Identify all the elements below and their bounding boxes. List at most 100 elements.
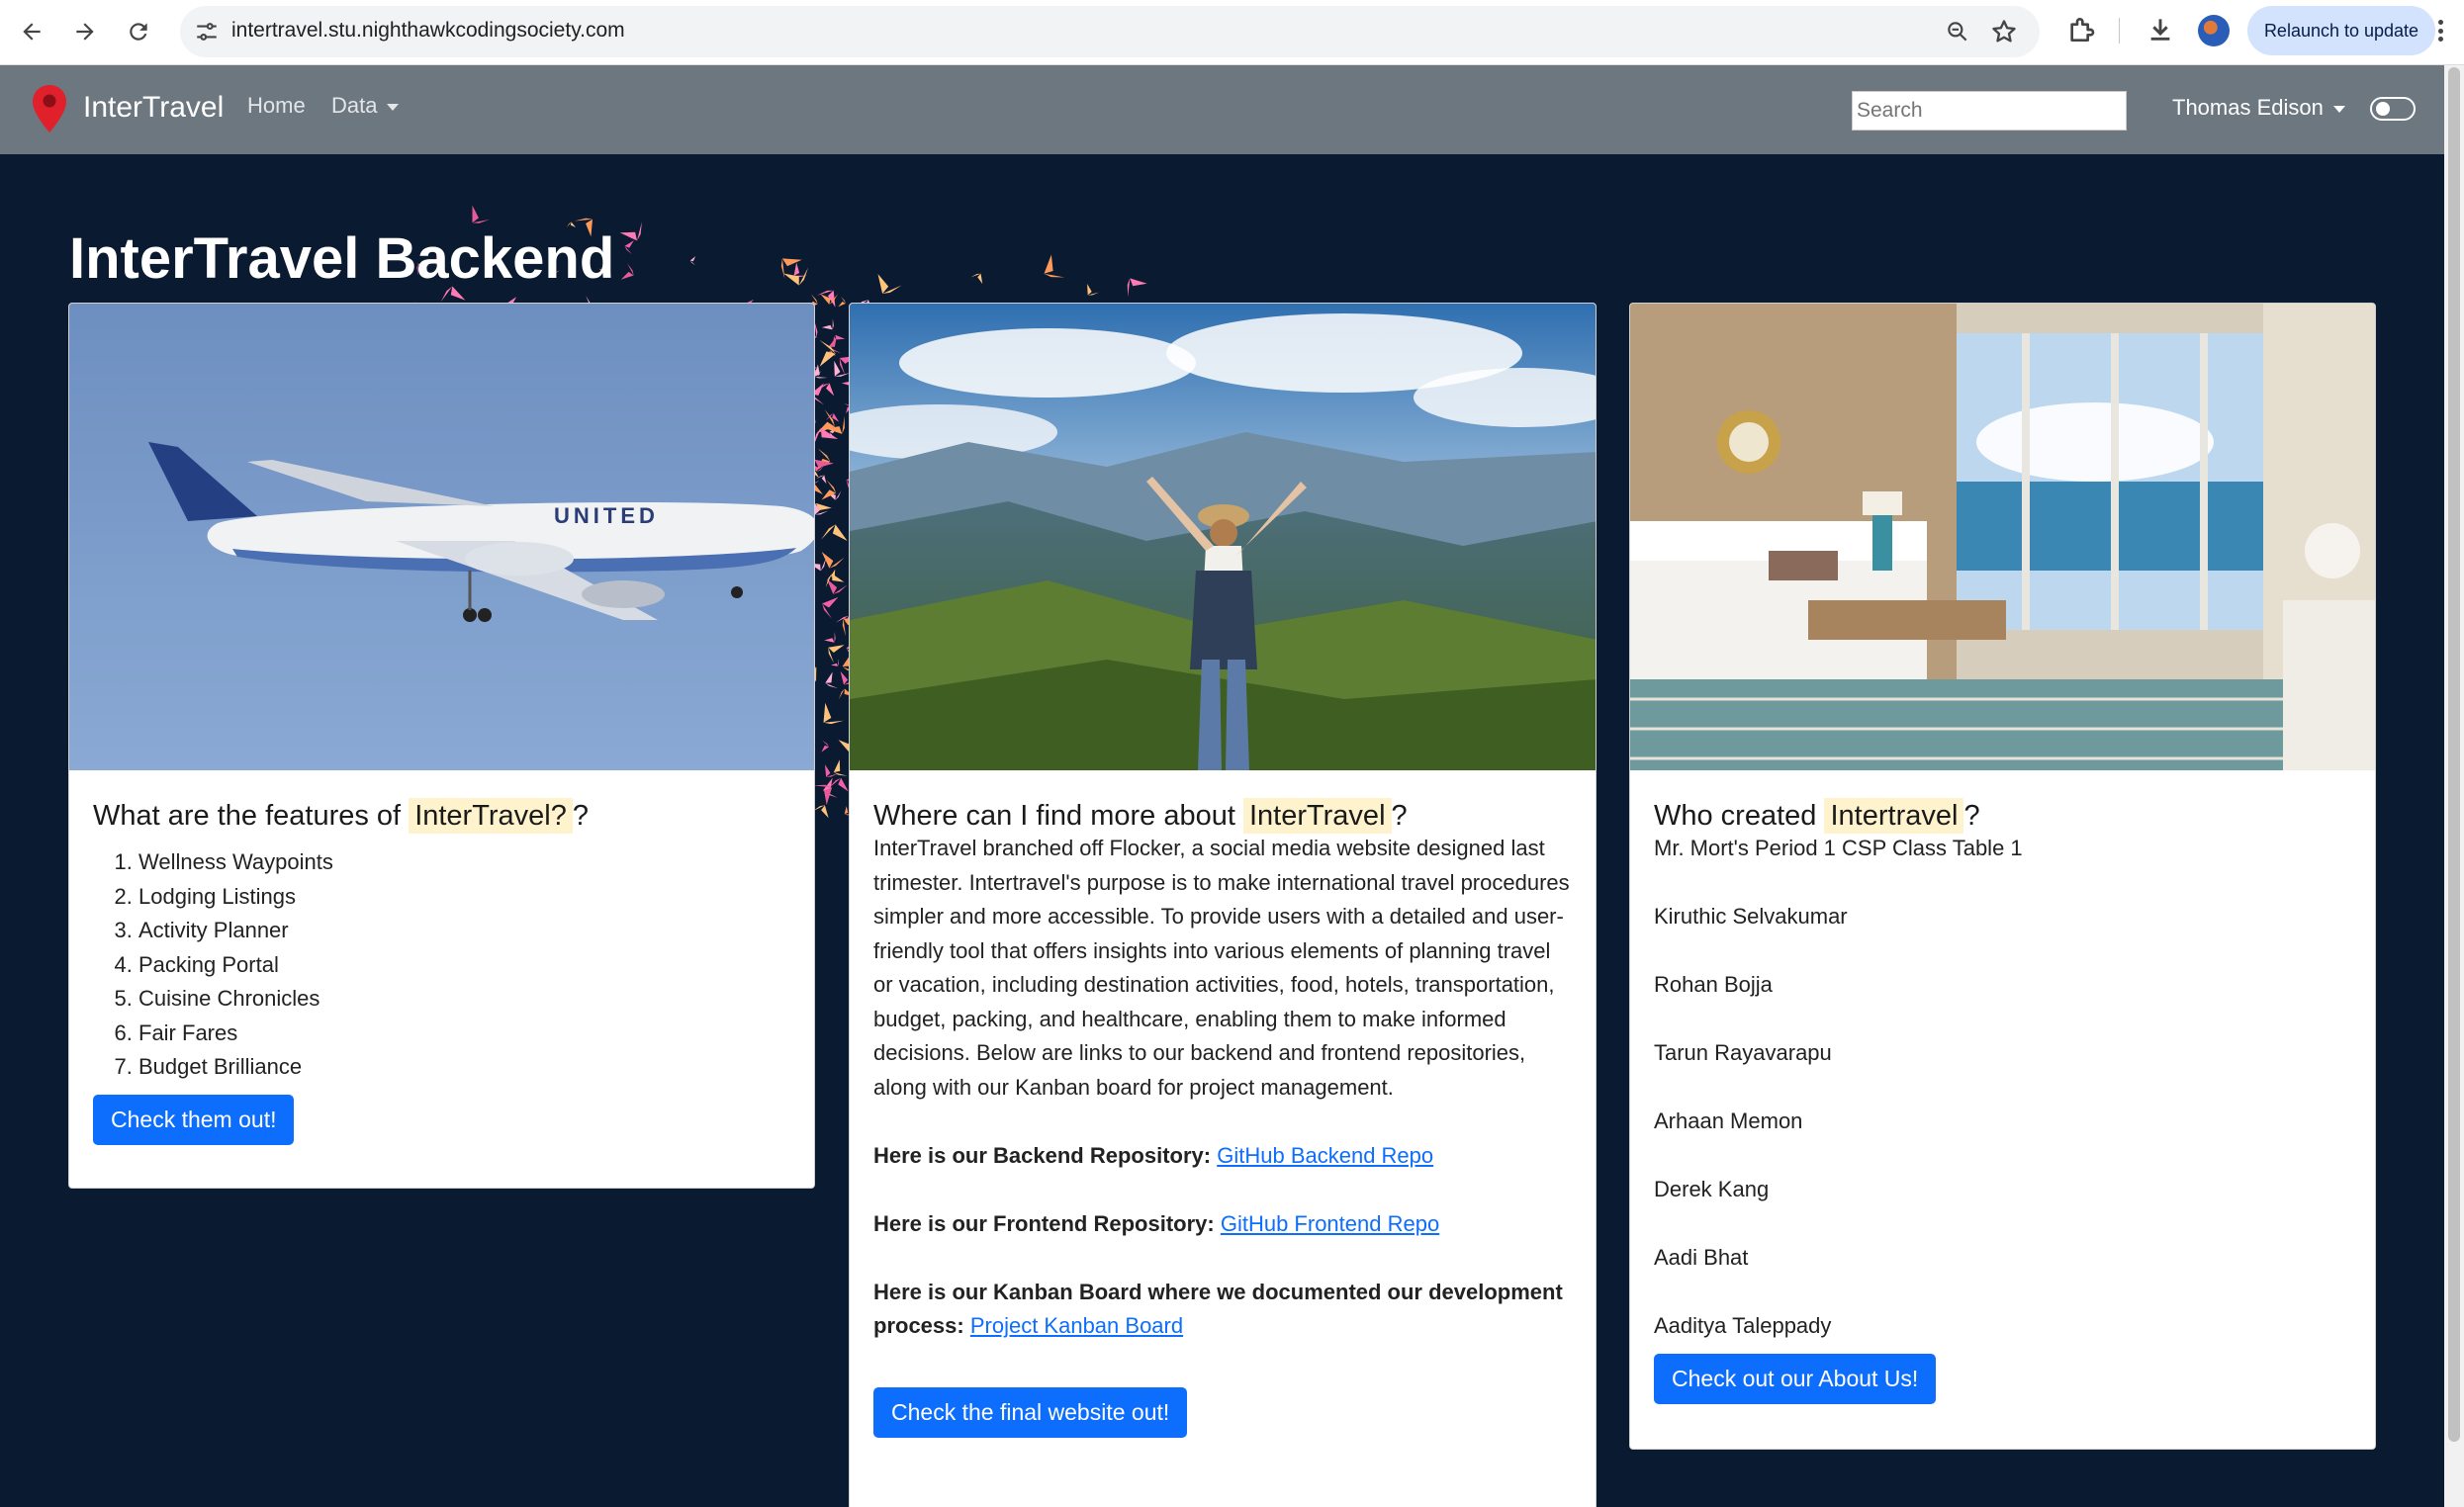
traveler-mountain-image bbox=[850, 304, 1596, 770]
butterfly-shape bbox=[793, 262, 808, 278]
theme-toggle[interactable] bbox=[2370, 97, 2416, 121]
butterfly-shape bbox=[825, 413, 840, 422]
features-heading: What are the features of InterTravel?? bbox=[93, 792, 790, 840]
check-features-button[interactable]: Check them out! bbox=[93, 1094, 295, 1145]
relaunch-button[interactable]: Relaunch to update bbox=[2247, 6, 2435, 55]
butterfly-shape bbox=[822, 596, 839, 619]
features-heading-suffix: ? bbox=[572, 800, 589, 832]
backend-repo-label: Here is our Backend Repository: bbox=[873, 1142, 1212, 1168]
url-text[interactable]: intertravel.stu.nighthawkcodingsociety.c… bbox=[231, 19, 625, 43]
app-navbar: InterTravel Home Data Thomas Edison bbox=[0, 65, 2444, 154]
scrollbar-thumb[interactable] bbox=[2448, 67, 2460, 1442]
team-member: Aadi Bhat bbox=[1654, 1245, 1749, 1270]
butterfly-shape bbox=[830, 659, 839, 666]
about-heading-text: Where can I find more about bbox=[873, 800, 1235, 832]
list-item: Wellness Waypoints bbox=[138, 845, 790, 880]
butterfly-shape bbox=[815, 475, 827, 485]
butterfly-shape bbox=[780, 258, 802, 279]
reload-icon[interactable] bbox=[121, 14, 156, 49]
backend-repo-line: Here is our Backend Repository: GitHub B… bbox=[873, 1139, 1572, 1174]
brand-name[interactable]: InterTravel bbox=[83, 91, 224, 125]
tune-icon[interactable] bbox=[194, 19, 220, 44]
back-arrow-icon[interactable] bbox=[14, 14, 49, 49]
team-card-body: Who created Intertravel? Mr. Mort's Peri… bbox=[1630, 770, 2375, 1426]
features-heading-text: What are the features of bbox=[93, 800, 402, 832]
butterfly-shape bbox=[829, 427, 837, 439]
features-card-body: What are the features of InterTravel?? W… bbox=[69, 770, 814, 1167]
frontend-repo-link[interactable]: GitHub Frontend Repo bbox=[1221, 1211, 1439, 1236]
address-bar[interactable]: intertravel.stu.nighthawkcodingsociety.c… bbox=[180, 6, 2040, 57]
zoom-icon[interactable] bbox=[1945, 19, 1970, 44]
butterfly-shape bbox=[783, 267, 809, 286]
butterfly-shape bbox=[815, 448, 831, 472]
about-description: InterTravel branched off Flocker, a soci… bbox=[873, 836, 1570, 1100]
team-card: Who created Intertravel? Mr. Mort's Peri… bbox=[1629, 303, 2376, 1450]
butterfly-shape bbox=[828, 777, 849, 792]
list-item: Activity Planner bbox=[138, 914, 790, 948]
butterfly-shape bbox=[821, 480, 837, 500]
butterfly-shape bbox=[689, 256, 696, 266]
map-pin-icon[interactable] bbox=[30, 83, 69, 134]
butterfly-shape bbox=[877, 274, 902, 294]
kanban-link[interactable]: Project Kanban Board bbox=[970, 1313, 1183, 1338]
final-website-button[interactable]: Check the final website out! bbox=[873, 1387, 1188, 1438]
about-heading-highlight: InterTravel bbox=[1242, 798, 1392, 834]
butterfly-shape bbox=[819, 339, 836, 367]
team-heading-highlight: Intertravel bbox=[1824, 798, 1964, 834]
forward-arrow-icon[interactable] bbox=[67, 14, 103, 49]
butterfly-shape bbox=[816, 290, 836, 308]
list-item: Cuisine Chronicles bbox=[138, 982, 790, 1017]
chevron-down-icon bbox=[2332, 105, 2345, 113]
scrollbar[interactable] bbox=[2444, 65, 2464, 1507]
nav-home-link[interactable]: Home bbox=[247, 93, 306, 119]
butterfly-shape bbox=[821, 317, 834, 330]
team-member: Derek Kang bbox=[1654, 1177, 1770, 1201]
team-member: Rohan Bojja bbox=[1654, 972, 1773, 997]
butterfly-shape bbox=[827, 490, 842, 500]
butterfly-shape bbox=[1127, 278, 1147, 298]
more-menu-icon[interactable] bbox=[2433, 16, 2447, 45]
butterfly-shape bbox=[620, 263, 634, 280]
airplane-image: UNITED bbox=[69, 304, 814, 770]
butterfly-shape bbox=[824, 631, 836, 643]
butterfly-shape bbox=[828, 336, 842, 354]
butterfly-shape bbox=[619, 222, 642, 241]
about-card-body: Where can I find more about InterTravel?… bbox=[850, 770, 1596, 1460]
butterfly-shape bbox=[817, 383, 835, 397]
about-us-button[interactable]: Check out our About Us! bbox=[1654, 1353, 1937, 1404]
nav-data-label: Data bbox=[331, 93, 378, 118]
search-input[interactable] bbox=[1852, 91, 2127, 131]
team-heading-text: Who created bbox=[1654, 800, 1817, 832]
list-item: Lodging Listings bbox=[138, 880, 790, 915]
team-subtitle: Mr. Mort's Period 1 CSP Class Table 1 bbox=[1654, 836, 2023, 860]
butterfly-shape bbox=[830, 569, 840, 579]
butterfly-shape bbox=[825, 574, 845, 588]
list-item: Fair Fares bbox=[138, 1017, 790, 1051]
chevron-down-icon bbox=[387, 103, 400, 111]
kanban-line: Here is our Kanban Board where we docume… bbox=[873, 1276, 1572, 1344]
star-icon[interactable] bbox=[1990, 18, 2018, 45]
user-dropdown[interactable]: Thomas Edison bbox=[2172, 95, 2345, 121]
browser-toolbar: intertravel.stu.nighthawkcodingsociety.c… bbox=[0, 0, 2464, 65]
about-card: Where can I find more about InterTravel?… bbox=[849, 303, 1597, 1507]
profile-avatar[interactable] bbox=[2198, 15, 2230, 46]
toolbar-divider bbox=[2119, 18, 2120, 44]
nav-data-dropdown[interactable]: Data bbox=[331, 93, 400, 119]
team-member: Arhaan Memon bbox=[1654, 1108, 1803, 1133]
page-title: InterTravel Backend bbox=[69, 226, 615, 291]
butterfly-shape bbox=[821, 552, 845, 569]
about-heading-suffix: ? bbox=[1391, 800, 1408, 832]
download-icon[interactable] bbox=[2145, 14, 2176, 45]
butterfly-shape bbox=[838, 296, 846, 308]
frontend-repo-label: Here is our Frontend Repository: bbox=[873, 1210, 1215, 1236]
butterfly-shape bbox=[816, 408, 835, 434]
butterfly-shape bbox=[820, 294, 839, 305]
butterfly-shape bbox=[825, 671, 839, 689]
butterfly-shape bbox=[825, 764, 839, 777]
team-member: Aaditya Taleppady bbox=[1654, 1313, 1832, 1338]
list-item: Packing Portal bbox=[138, 948, 790, 983]
features-card: UNITED What are the features of InterTra… bbox=[68, 303, 815, 1189]
backend-repo-link[interactable]: GitHub Backend Repo bbox=[1217, 1143, 1433, 1168]
puzzle-icon[interactable] bbox=[2065, 14, 2097, 45]
butterfly-shape bbox=[828, 645, 845, 664]
